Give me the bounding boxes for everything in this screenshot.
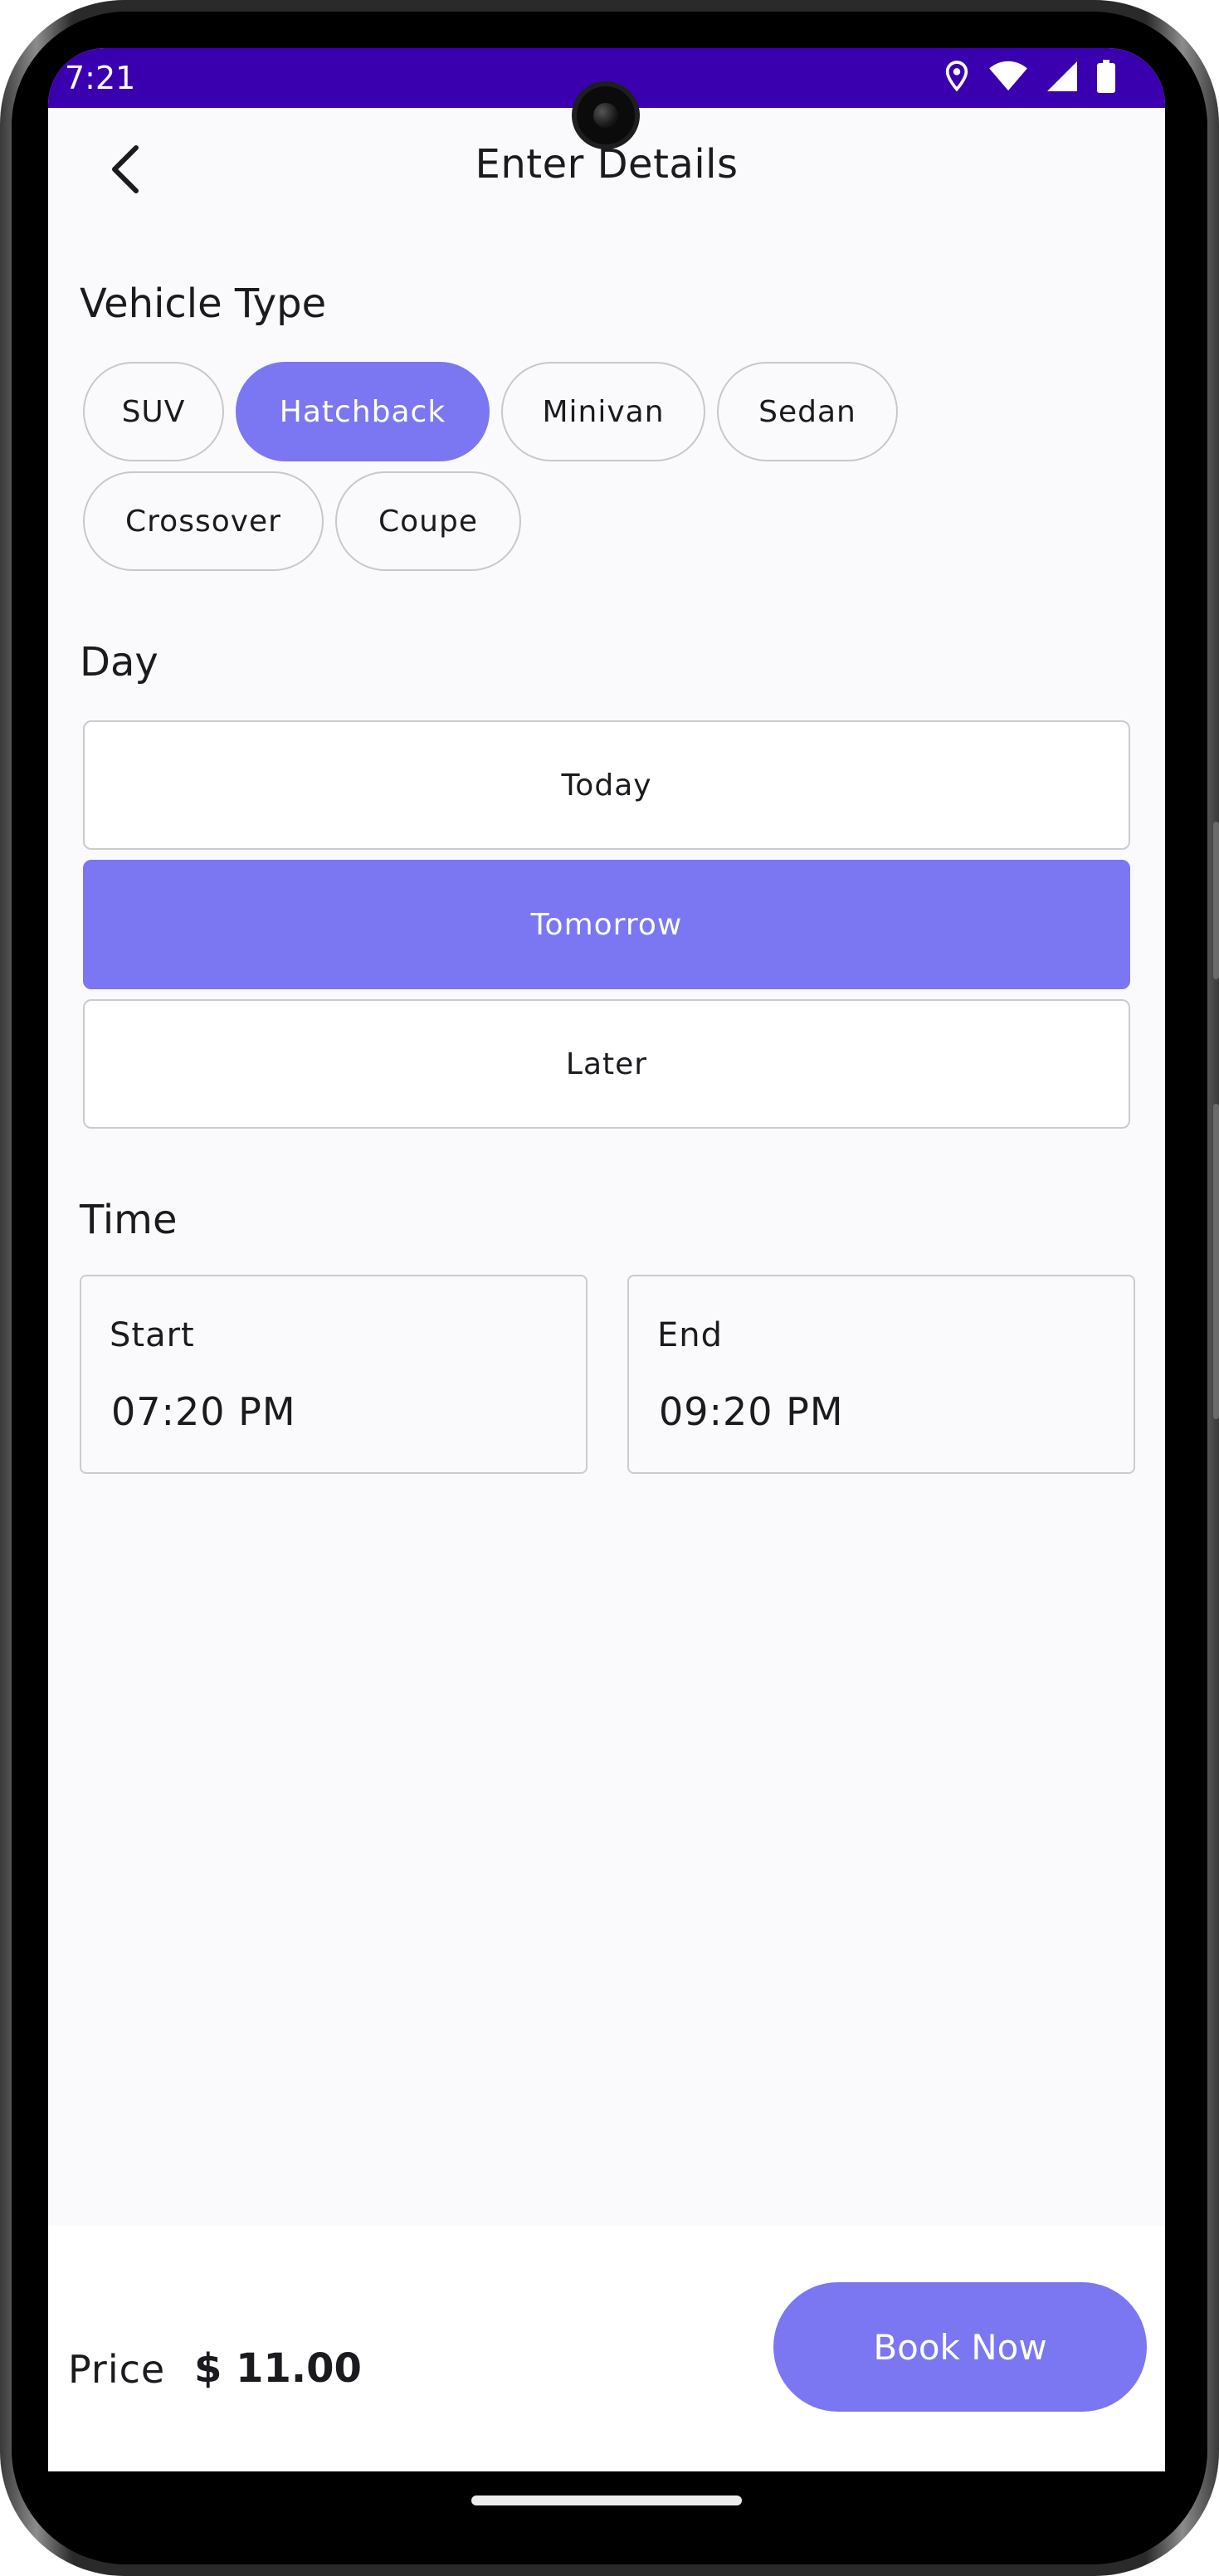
price-label: Price <box>68 2347 166 2392</box>
chip-suv[interactable]: SUV <box>83 362 224 461</box>
start-time-value: 07:20 PM <box>111 1389 296 1434</box>
chip-coupe[interactable]: Coupe <box>335 471 521 571</box>
end-time-label: End <box>657 1316 724 1354</box>
day-option-tomorrow[interactable]: Tomorrow <box>83 860 1130 989</box>
day-label: Day <box>80 639 158 685</box>
status-icons <box>943 60 1115 93</box>
price-value: $ 11.00 <box>194 2345 362 2392</box>
status-time: 7:21 <box>65 60 136 96</box>
chip-minivan[interactable]: Minivan <box>501 362 705 461</box>
day-option-later[interactable]: Later <box>83 999 1130 1129</box>
home-indicator[interactable] <box>471 2496 742 2505</box>
phone-frame: 7:21 Enter Details Vehicle Type SUV Hatc… <box>0 0 1219 2576</box>
power-button <box>1213 822 1219 979</box>
page-title: Enter Details <box>475 141 739 188</box>
chip-crossover[interactable]: Crossover <box>83 471 324 571</box>
vehicle-chip-row-2: Crossover Coupe <box>83 471 521 571</box>
bottom-bar: Price $ 11.00 Book Now <box>48 2226 1165 2471</box>
start-time-field[interactable]: Start 07:20 PM <box>80 1275 588 1474</box>
signal-icon <box>1047 61 1077 91</box>
app-screen: 7:21 Enter Details Vehicle Type SUV Hatc… <box>48 48 1165 2471</box>
volume-button <box>1213 1104 1219 1419</box>
vehicle-chip-row-1: SUV Hatchback Minivan Sedan <box>83 362 898 461</box>
book-now-button[interactable]: Book Now <box>773 2282 1147 2412</box>
chip-hatchback[interactable]: Hatchback <box>236 362 490 461</box>
end-time-value: 09:20 PM <box>659 1389 844 1434</box>
end-time-field[interactable]: End 09:20 PM <box>627 1275 1135 1474</box>
location-icon <box>945 61 968 92</box>
day-option-today[interactable]: Today <box>83 720 1130 850</box>
app-bar: Enter Details <box>48 108 1165 224</box>
battery-icon <box>1097 60 1115 93</box>
wifi-icon <box>989 61 1027 91</box>
vehicle-type-label: Vehicle Type <box>80 281 327 327</box>
time-label: Time <box>80 1197 178 1243</box>
start-time-label: Start <box>110 1316 195 1354</box>
chip-sedan[interactable]: Sedan <box>717 362 898 461</box>
